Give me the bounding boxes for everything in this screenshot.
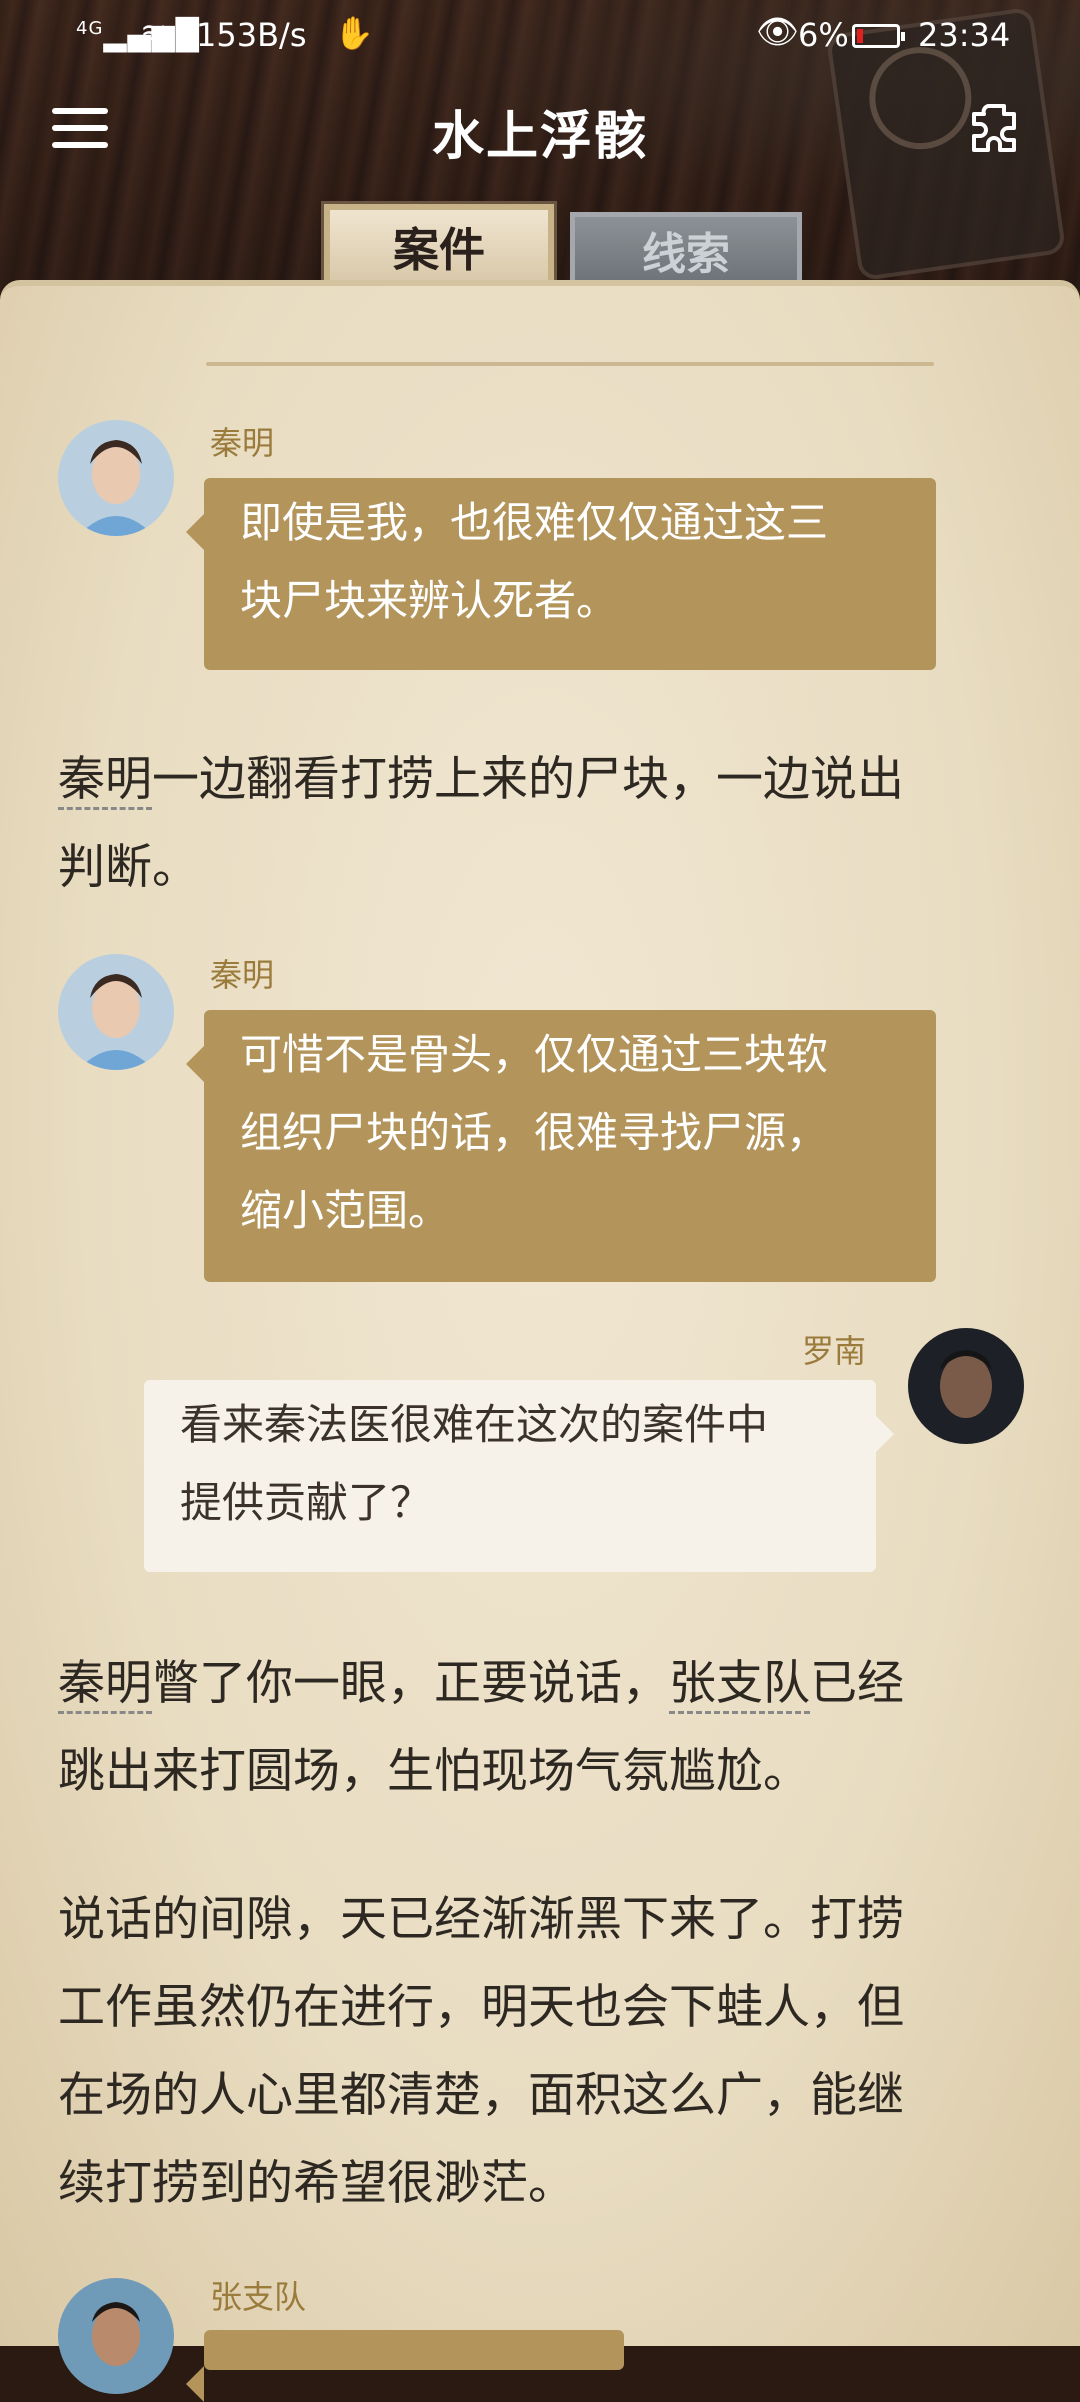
signal-icon: 4G▂▄▆█ xyxy=(76,18,200,53)
divider xyxy=(206,362,934,366)
eye-icon: 👁 xyxy=(756,12,800,52)
narration-line: 工作虽然仍在进行，明天也会下蛙人，但 xyxy=(58,1980,904,2035)
bubble-line: 即使是我，也很难仅仅通过这三 xyxy=(240,498,829,547)
bubble-line: 可惜不是骨头，仅仅通过三块软 xyxy=(240,1030,829,1079)
narration-line: 跳出来打圆场，生怕现场气氛尴尬。 xyxy=(58,1744,810,1799)
avatar-qinming[interactable] xyxy=(58,420,174,536)
network-speed: 153B/s xyxy=(196,16,307,54)
character-link[interactable]: 秦明 xyxy=(58,752,152,810)
chat-bubble: 即使是我，也很难仅仅通过这三 块尸块来辨认死者。 xyxy=(186,478,936,670)
narration-line: 说话的间隙，天已经渐渐黑下来了。打捞 xyxy=(58,1892,904,1947)
narration-text: 说话的间隙，天已经渐渐黑下来了。打捞 工作虽然仍在进行，明天也会下蛙人，但 在场… xyxy=(58,1876,1018,2228)
battery-percent: 6% xyxy=(798,16,849,54)
character-link[interactable]: 秦明 xyxy=(58,1656,152,1714)
avatar-luonan[interactable] xyxy=(908,1328,1024,1444)
chat-bubble: 可惜不是骨头，仅仅通过三块软 组织尸块的话，很难寻找尸源， 缩小范围。 xyxy=(186,1010,936,1282)
speaker-name: 秦明 xyxy=(210,424,275,462)
bubble-line: 组织尸块的话，很难寻找尸源， xyxy=(240,1108,829,1157)
narration-text: 秦明一边翻看打捞上来的尸块，一边说出 判断。 xyxy=(58,736,1018,912)
avatar-qinming[interactable] xyxy=(58,954,174,1070)
bubble-line: 缩小范围。 xyxy=(240,1186,451,1235)
wifi-icon: ≋ xyxy=(140,14,167,52)
battery-icon xyxy=(852,24,905,48)
narration-text: 秦明瞥了你一眼，正要说话，张支队已经 跳出来打圆场，生怕现场气氛尴尬。 xyxy=(58,1640,1018,1816)
narration-line: 判断。 xyxy=(58,840,199,895)
chat-bubble xyxy=(186,2330,624,2402)
character-link[interactable]: 张支队 xyxy=(669,1656,810,1714)
narration-span: 一边翻看打捞上来的尸块，一边说出 xyxy=(152,752,904,807)
story-paper: 秦明 即使是我，也很难仅仅通过这三 块尸块来辨认死者。 秦明一边翻看打捞上来的尸… xyxy=(0,280,1080,2402)
bubble-line: 块尸块来辨认死者。 xyxy=(240,576,619,625)
narration-span: 已经 xyxy=(810,1656,904,1711)
narration-line: 在场的人心里都清楚，面积这么广，能继 xyxy=(58,2068,904,2123)
bubble-line: 提供贡献了？ xyxy=(180,1478,433,1527)
bubble-line: 看来秦法医很难在这次的案件中 xyxy=(180,1400,769,1449)
tab-cases[interactable]: 案件 xyxy=(324,204,554,288)
tab-clues[interactable]: 线索 xyxy=(570,212,802,290)
speaker-name: 张支队 xyxy=(210,2278,307,2316)
narration-span: 瞥了你一眼，正要说话， xyxy=(152,1656,669,1711)
clock: 23:34 xyxy=(918,16,1011,54)
avatar-zhangzhidui[interactable] xyxy=(58,2278,174,2394)
page-title: 水上浮骸 xyxy=(431,107,648,167)
chat-bubble: 看来秦法医很难在这次的案件中 提供贡献了？ xyxy=(144,1380,894,1572)
speaker-name: 秦明 xyxy=(210,956,275,994)
narration-line: 续打捞到的希望很渺茫。 xyxy=(58,2156,575,2211)
hand-icon: ✋ xyxy=(334,14,374,52)
status-bar: 4G▂▄▆█ ≋ 153B/s ✋ 👁 6% 23:34 xyxy=(0,0,1080,72)
speaker-name: 罗南 xyxy=(802,1332,867,1370)
puzzle-gear-icon[interactable] xyxy=(966,98,1026,158)
